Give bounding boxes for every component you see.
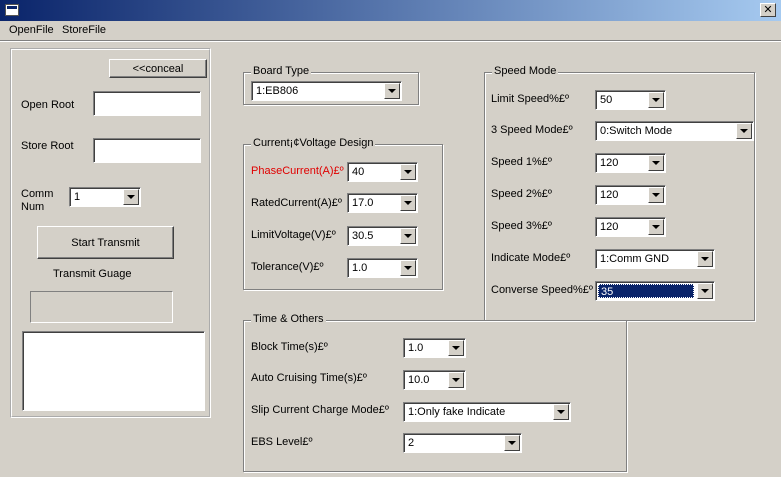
indicate-mode-select[interactable]: 1:Comm GND: [595, 249, 715, 269]
chevron-down-icon[interactable]: [736, 123, 752, 139]
phase-current-value: 40: [352, 166, 365, 178]
chevron-down-icon[interactable]: [448, 340, 464, 356]
indicate-mode-value: 1:Comm GND: [600, 253, 670, 265]
menu-openfile[interactable]: OpenFile: [9, 24, 54, 36]
chevron-down-icon[interactable]: [697, 251, 713, 267]
chevron-down-icon[interactable]: [648, 187, 664, 203]
menu-bar: [0, 21, 781, 40]
auto-cruising-label: Auto Cruising Time(s)£º: [251, 372, 367, 384]
comm-num-value: 1: [74, 191, 81, 203]
limit-speed-label: Limit Speed%£º: [491, 93, 570, 105]
chevron-down-icon[interactable]: [504, 435, 520, 451]
chevron-down-icon[interactable]: [400, 195, 416, 211]
ebs-level-value: 2: [408, 437, 415, 449]
limit-speed-select[interactable]: 50: [595, 90, 666, 110]
close-button[interactable]: ✕: [760, 3, 776, 17]
phase-current-label: PhaseCurrent(A)£º: [251, 165, 344, 177]
chevron-down-icon[interactable]: [384, 83, 400, 99]
limit-speed-value: 50: [600, 94, 613, 106]
speed-mode-title: Speed Mode: [492, 65, 559, 77]
auto-cruising-value: 10.0: [408, 374, 430, 386]
rated-current-select[interactable]: 17.0: [347, 193, 418, 213]
chevron-down-icon[interactable]: [400, 164, 416, 180]
speed-2-label: Speed 2%£º: [491, 188, 552, 200]
ebs-level-label: EBS Level£º: [251, 436, 313, 448]
speed-1-select[interactable]: 120: [595, 153, 666, 173]
current-voltage-title: Current¡¢Voltage Design: [251, 137, 376, 149]
board-type-title: Board Type: [251, 65, 312, 77]
title-bar: [0, 0, 781, 21]
three-speed-mode-select[interactable]: 0:Switch Mode: [595, 121, 754, 141]
board-type-select[interactable]: 1:EB806: [251, 81, 402, 101]
transmit-guage-label: Transmit Guage: [53, 268, 132, 280]
auto-cruising-select[interactable]: 10.0: [403, 370, 466, 390]
block-time-value: 1.0: [408, 342, 424, 354]
chevron-down-icon[interactable]: [400, 260, 416, 276]
speed-3-label: Speed 3%£º: [491, 220, 552, 232]
chevron-down-icon[interactable]: [648, 155, 664, 171]
slip-current-select[interactable]: 1:Only fake Indicate: [403, 402, 571, 422]
rated-current-value: 17.0: [352, 197, 374, 209]
conceal-button[interactable]: <<conceal: [109, 59, 207, 78]
limit-voltage-label: LimitVoltage(V)£º: [251, 229, 336, 241]
block-time-select[interactable]: 1.0: [403, 338, 466, 358]
limit-voltage-value: 30.5: [352, 230, 374, 242]
speed-1-label: Speed 1%£º: [491, 156, 552, 168]
converse-speed-value: 35: [598, 284, 694, 298]
log-output-box[interactable]: [22, 331, 205, 411]
comm-num-label-line2: Num: [21, 201, 45, 213]
store-root-label: Store Root: [21, 140, 74, 152]
indicate-mode-label: Indicate Mode£º: [491, 252, 571, 264]
limit-voltage-select[interactable]: 30.5: [347, 226, 418, 246]
slip-current-label: Slip Current Charge Mode£º: [251, 404, 389, 416]
speed-3-select[interactable]: 120: [595, 217, 666, 237]
transmit-progress-bar: [30, 291, 173, 323]
tolerance-select[interactable]: 1.0: [347, 258, 418, 278]
three-speed-mode-value: 0:Switch Mode: [600, 125, 673, 137]
block-time-label: Block Time(s)£º: [251, 341, 328, 353]
comm-num-label-line1: Comm: [21, 188, 54, 200]
chevron-down-icon[interactable]: [400, 228, 416, 244]
app-icon: [5, 4, 19, 16]
tolerance-label: Tolerance(V)£º: [251, 261, 324, 273]
speed-2-select[interactable]: 120: [595, 185, 666, 205]
time-others-title: Time & Others: [251, 313, 326, 325]
chevron-down-icon[interactable]: [123, 189, 139, 205]
chevron-down-icon[interactable]: [648, 92, 664, 108]
rated-current-label: RatedCurrent(A)£º: [251, 197, 342, 209]
board-type-value: 1:EB806: [256, 85, 299, 97]
open-root-input[interactable]: [93, 91, 201, 116]
slip-current-value: 1:Only fake Indicate: [408, 406, 506, 418]
comm-num-select[interactable]: 1: [69, 187, 141, 207]
converse-speed-label: Converse Speed%£º: [491, 284, 593, 296]
open-root-label: Open Root: [21, 99, 75, 111]
three-speed-mode-label: 3 Speed Mode£º: [491, 124, 573, 136]
speed-3-value: 120: [600, 221, 619, 233]
phase-current-select[interactable]: 40: [347, 162, 418, 182]
tolerance-value: 1.0: [352, 262, 368, 274]
speed-1-value: 120: [600, 157, 619, 169]
chevron-down-icon[interactable]: [448, 372, 464, 388]
chevron-down-icon[interactable]: [697, 283, 713, 299]
ebs-level-select[interactable]: 2: [403, 433, 522, 453]
chevron-down-icon[interactable]: [648, 219, 664, 235]
menu-storefile[interactable]: StoreFile: [62, 24, 106, 36]
store-root-input[interactable]: [93, 138, 201, 163]
start-transmit-button[interactable]: Start Transmit: [37, 226, 174, 259]
speed-2-value: 120: [600, 189, 619, 201]
chevron-down-icon[interactable]: [553, 404, 569, 420]
converse-speed-select[interactable]: 35: [595, 281, 715, 301]
menu-divider: [0, 40, 781, 42]
